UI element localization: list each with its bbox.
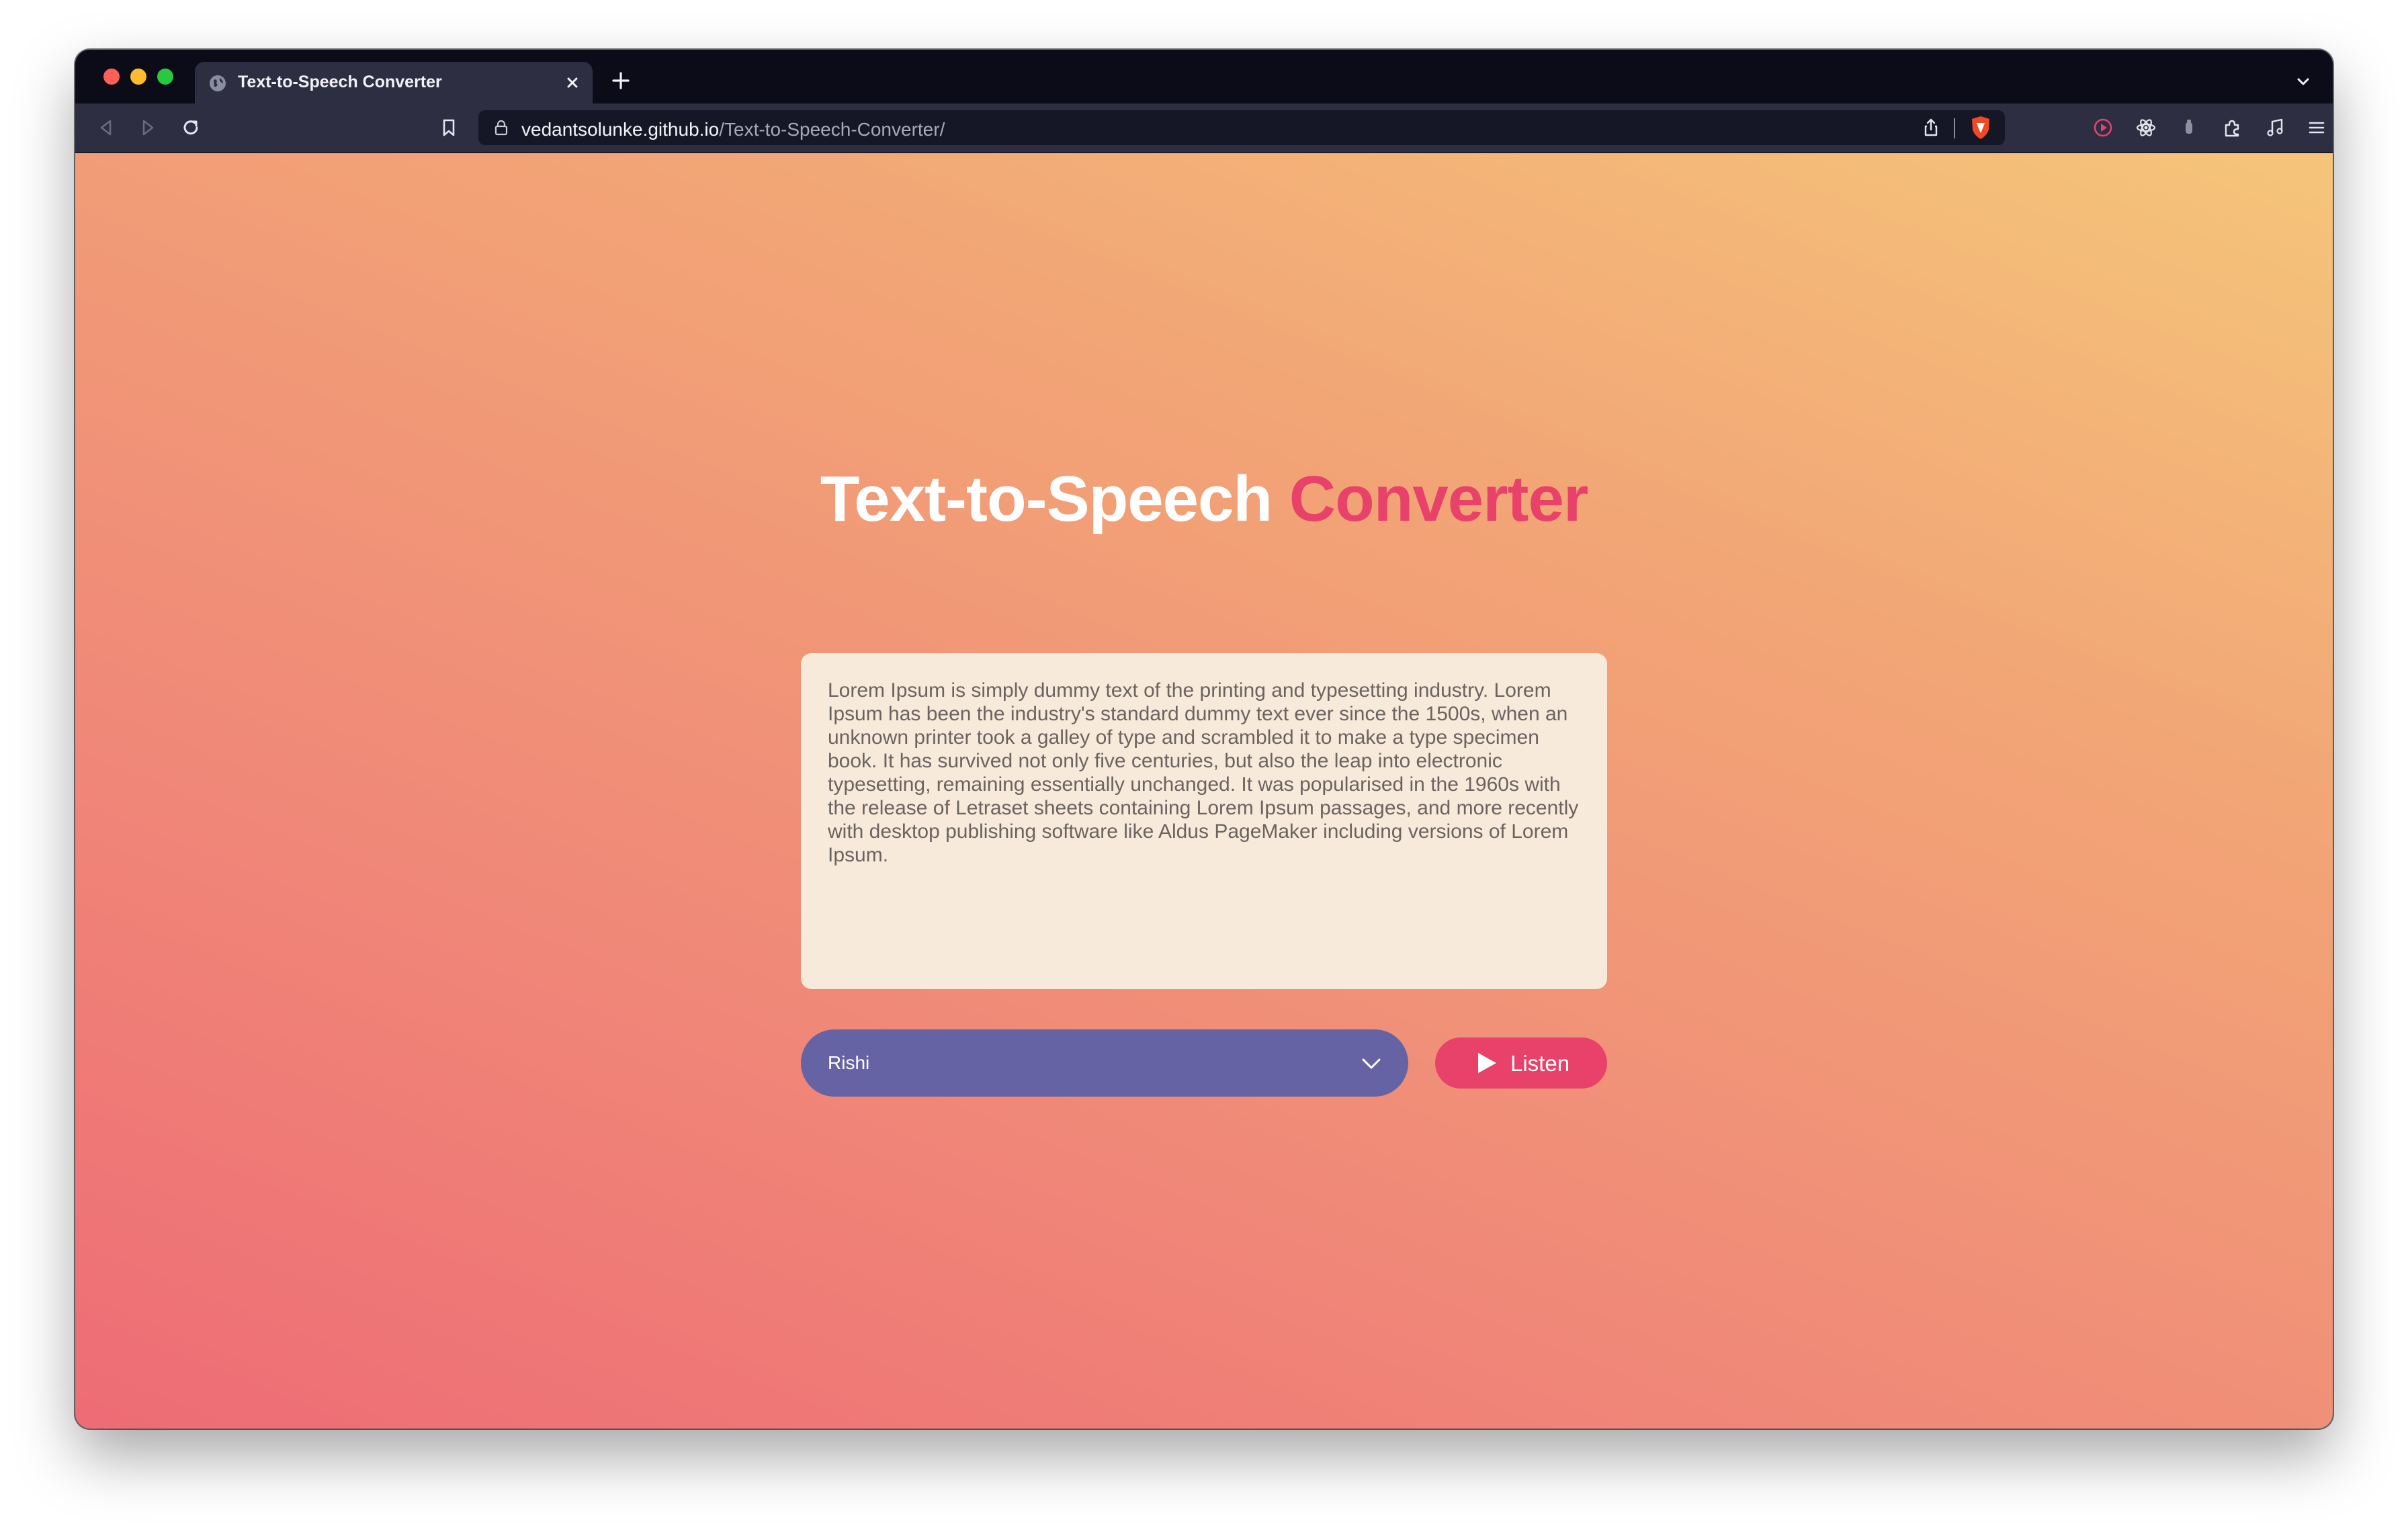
media-icon[interactable] <box>2263 116 2287 140</box>
wallet-icon[interactable] <box>2177 116 2201 140</box>
voice-select-value: Rishi <box>828 1052 870 1073</box>
voice-select[interactable]: Rishi <box>801 1029 1408 1097</box>
title-part-pink: Converter <box>1289 463 1588 535</box>
tab-bar: Text-to-Speech Converter <box>75 50 2333 103</box>
text-input-area[interactable]: Lorem Ipsum is simply dummy text of the … <box>801 653 1607 989</box>
url-host: vedantsolunke.github.io <box>521 119 720 140</box>
tab-active[interactable]: Text-to-Speech Converter <box>195 62 593 103</box>
bookmark-icon[interactable] <box>437 116 461 140</box>
address-bar[interactable]: vedantsolunke.github.io/Text-to-Speech-C… <box>478 110 2005 145</box>
new-tab-icon[interactable] <box>610 70 632 91</box>
minimize-window-button[interactable] <box>130 69 146 85</box>
close-window-button[interactable] <box>103 69 120 85</box>
zoom-window-button[interactable] <box>157 69 173 85</box>
extensions-icon[interactable] <box>2220 116 2244 140</box>
chevron-down-icon <box>1362 1058 1381 1069</box>
tab-title: Text-to-Speech Converter <box>238 73 442 91</box>
play-icon <box>1478 1053 1496 1073</box>
back-icon[interactable] <box>94 116 118 140</box>
forward-icon[interactable] <box>136 116 160 140</box>
title-part-white: Text-to-Speech <box>820 463 1273 535</box>
listen-button-label: Listen <box>1510 1051 1570 1076</box>
atom-icon[interactable] <box>2134 116 2158 140</box>
url-path: /Text-to-Speech-Converter/ <box>719 119 945 140</box>
listen-button[interactable]: Listen <box>1435 1037 1607 1089</box>
page-title: Text-to-Speech Converter <box>75 462 2333 536</box>
address-bar-divider <box>1954 118 1955 138</box>
browser-window: Text-to-Speech Converter vedantsolunke.g… <box>75 50 2333 1429</box>
close-tab-icon[interactable] <box>562 72 583 93</box>
url-text[interactable]: vedantsolunke.github.io/Text-to-Speech-C… <box>521 119 945 140</box>
browser-toolbar: vedantsolunke.github.io/Text-to-Speech-C… <box>75 103 2333 153</box>
reload-icon[interactable] <box>179 116 203 140</box>
brave-shield-icon[interactable] <box>1969 115 1993 140</box>
page-content: Text-to-Speech Converter Lorem Ipsum is … <box>75 153 2333 1429</box>
globe-icon <box>210 75 226 91</box>
share-icon[interactable] <box>1920 117 1942 138</box>
record-icon[interactable] <box>2091 116 2115 140</box>
lock-icon <box>494 120 508 136</box>
chevron-down-icon[interactable] <box>2294 73 2313 91</box>
menu-icon[interactable] <box>2305 116 2329 140</box>
